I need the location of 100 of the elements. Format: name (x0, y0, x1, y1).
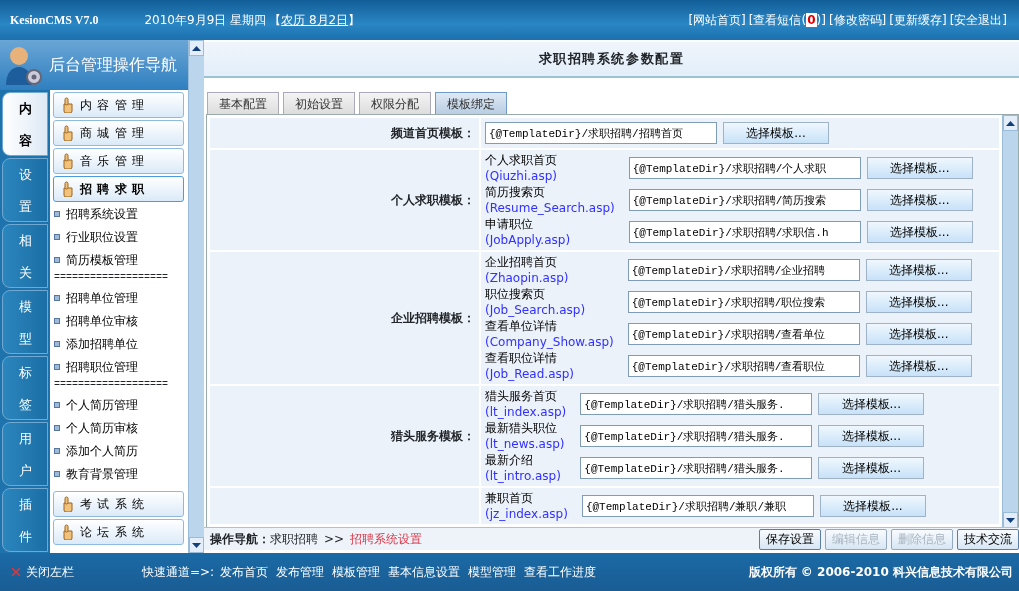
menu-link[interactable]: 行业职位设置 (66, 227, 138, 246)
select-template-button[interactable]: 选择模板... (865, 355, 972, 377)
sidebar-tab[interactable]: 内容 (2, 92, 48, 156)
menu-group-button[interactable]: 招聘求职 (53, 176, 184, 202)
breadcrumb-current: 招聘系统设置 (350, 531, 423, 548)
hand-icon (62, 153, 74, 169)
scrollbar[interactable] (1002, 115, 1018, 527)
select-template-button[interactable]: 选择模板... (818, 393, 925, 415)
header-link[interactable]: [查看短信(0)] (748, 11, 826, 29)
bracket-text: 】 (348, 12, 361, 29)
sidebar-title: 后台管理操作导航 (49, 54, 177, 76)
template-name: 职位搜索页 (485, 286, 546, 302)
header-link[interactable]: [更新缓存] (889, 11, 947, 29)
close-sidebar-link[interactable]: 关闭左栏 (12, 563, 74, 581)
header-link[interactable]: [修改密码] (828, 11, 887, 29)
menu-link[interactable]: 招聘单位管理 (66, 288, 138, 307)
menu-link[interactable]: 招聘职位管理 (66, 357, 138, 376)
menu-link[interactable]: 添加个人简历 (66, 441, 138, 460)
sidebar-tab[interactable]: 标签 (2, 356, 48, 420)
sidebar-tab[interactable]: 插件 (2, 488, 48, 552)
bullet-icon (54, 256, 60, 263)
template-path-field[interactable]: {@TemplateDir}/求职招聘/简历搜索 (628, 189, 861, 211)
template-path-field[interactable]: {@TemplateDir}/求职招聘/个人求职 (628, 157, 861, 179)
template-path-field[interactable]: {@TemplateDir}/求职招聘/猎头服务. (580, 425, 813, 447)
date-text: 2010年9月9日 星期四 (144, 12, 267, 29)
logo: KesionCMS V7.0 (9, 12, 100, 29)
scroll-up-icon[interactable] (1006, 120, 1015, 126)
lunar-date-link[interactable]: 农历 8月2日 (281, 11, 349, 29)
template-path-field[interactable]: {@TemplateDir}/求职招聘/猎头服务. (580, 457, 813, 479)
template-path-field[interactable]: {@TemplateDir}/求职招聘/招聘首页 (485, 122, 717, 144)
tab[interactable]: 初始设置 (283, 92, 355, 114)
quick-link[interactable]: 基本信息设置 (388, 563, 461, 581)
scroll-down-icon[interactable] (1006, 517, 1015, 523)
menu-link[interactable]: 教育背景管理 (66, 464, 138, 483)
header-link[interactable]: [网站首页] (688, 11, 746, 29)
template-path-field[interactable]: {@TemplateDir}/求职招聘/求职信.h (628, 221, 861, 243)
action-button[interactable]: 技术交流 (957, 528, 1019, 550)
select-template-button[interactable]: 选择模板... (865, 291, 972, 313)
select-template-button[interactable]: 选择模板... (818, 457, 925, 479)
quick-link[interactable]: 查看工作进度 (524, 563, 597, 581)
select-template-button[interactable]: 选择模板... (865, 259, 972, 281)
template-name: 最新猎头职位 (485, 420, 558, 436)
template-path-field[interactable]: {@TemplateDir}/求职招聘/查看单位 (627, 323, 860, 345)
menu-link[interactable]: 个人简历管理 (66, 395, 138, 414)
breadcrumb-label: 操作导航： (210, 531, 270, 548)
template-path-field[interactable]: {@TemplateDir}/求职招聘/兼职/兼职 (581, 495, 814, 517)
select-template-button[interactable]: 选择模板... (866, 221, 973, 243)
quick-link[interactable]: 模型管理 (468, 563, 517, 581)
file-name: (lt_news.asp) (485, 436, 566, 452)
field-label: 个人求职模板： (391, 192, 475, 209)
separator-text: =================== (54, 272, 169, 283)
template-path-field[interactable]: {@TemplateDir}/求职招聘/猎头服务. (580, 393, 813, 415)
menu-link[interactable]: 添加招聘单位 (66, 334, 138, 353)
select-template-button[interactable]: 选择模板... (866, 157, 973, 179)
select-template-button[interactable]: 选择模板... (818, 425, 925, 447)
header-link[interactable]: [安全退出] (949, 11, 1007, 29)
sidebar-tab[interactable]: 模型 (2, 290, 48, 354)
select-template-button[interactable]: 选择模板... (819, 495, 926, 517)
menu-link[interactable]: 简历模板管理 (66, 250, 138, 269)
menu-link[interactable]: 个人简历审核 (66, 418, 138, 437)
hand-icon (62, 125, 74, 141)
select-template-button[interactable]: 选择模板... (866, 189, 973, 211)
template-path-field[interactable]: {@TemplateDir}/求职招聘/职位搜索 (627, 291, 860, 313)
template-path-field[interactable]: {@TemplateDir}/求职招聘/查看职位 (627, 355, 860, 377)
menu-link[interactable]: 招聘系统设置 (66, 204, 138, 223)
quick-link[interactable]: 发布首页 (220, 563, 269, 581)
tab[interactable]: 权限分配 (359, 92, 431, 114)
action-button[interactable]: 保存设置 (759, 528, 821, 550)
scroll-up-icon[interactable] (192, 45, 201, 51)
menu-group-button[interactable]: 音乐管理 (53, 148, 184, 174)
bullet-icon (54, 470, 60, 477)
template-name: 申请职位 (485, 216, 534, 232)
select-template-button[interactable]: 选择模板... (865, 323, 972, 345)
menu-group-button[interactable]: 内容管理 (53, 92, 184, 118)
sidebar-tab[interactable]: 设置 (2, 158, 48, 222)
page-title: 求职招聘系统参数配置 (538, 50, 685, 69)
file-name: (Job_Search.asp) (485, 302, 587, 318)
menu-group-button[interactable]: 考试系统 (53, 491, 184, 517)
scroll-down-icon[interactable] (192, 542, 201, 548)
file-name: (Resume_Search.asp) (485, 200, 615, 216)
template-path-field[interactable]: {@TemplateDir}/求职招聘/企业招聘 (627, 259, 860, 281)
template-name: 兼职首页 (485, 490, 534, 506)
menu-group-button[interactable]: 论坛系统 (53, 519, 184, 545)
hand-icon (62, 524, 74, 540)
hand-icon (62, 97, 74, 113)
field-label: 频道首页模板： (391, 125, 475, 142)
sidebar-tab[interactable]: 用户 (2, 422, 48, 486)
quick-link[interactable]: 发布管理 (276, 563, 325, 581)
bullet-icon (54, 363, 60, 370)
tab[interactable]: 基本配置 (207, 92, 279, 114)
quick-link[interactable]: 模板管理 (332, 563, 381, 581)
breadcrumb-separator: >> (324, 531, 345, 548)
tab[interactable]: 模板绑定 (435, 92, 507, 114)
menu-link[interactable]: 招聘单位审核 (66, 311, 138, 330)
bullet-icon (54, 447, 60, 454)
breadcrumb-link[interactable]: 求职招聘 (270, 530, 318, 548)
select-template-button[interactable]: 选择模板... (723, 122, 829, 144)
sidebar-tab[interactable]: 相关 (2, 224, 48, 288)
scrollbar[interactable] (188, 40, 204, 553)
menu-group-button[interactable]: 商城管理 (53, 120, 184, 146)
